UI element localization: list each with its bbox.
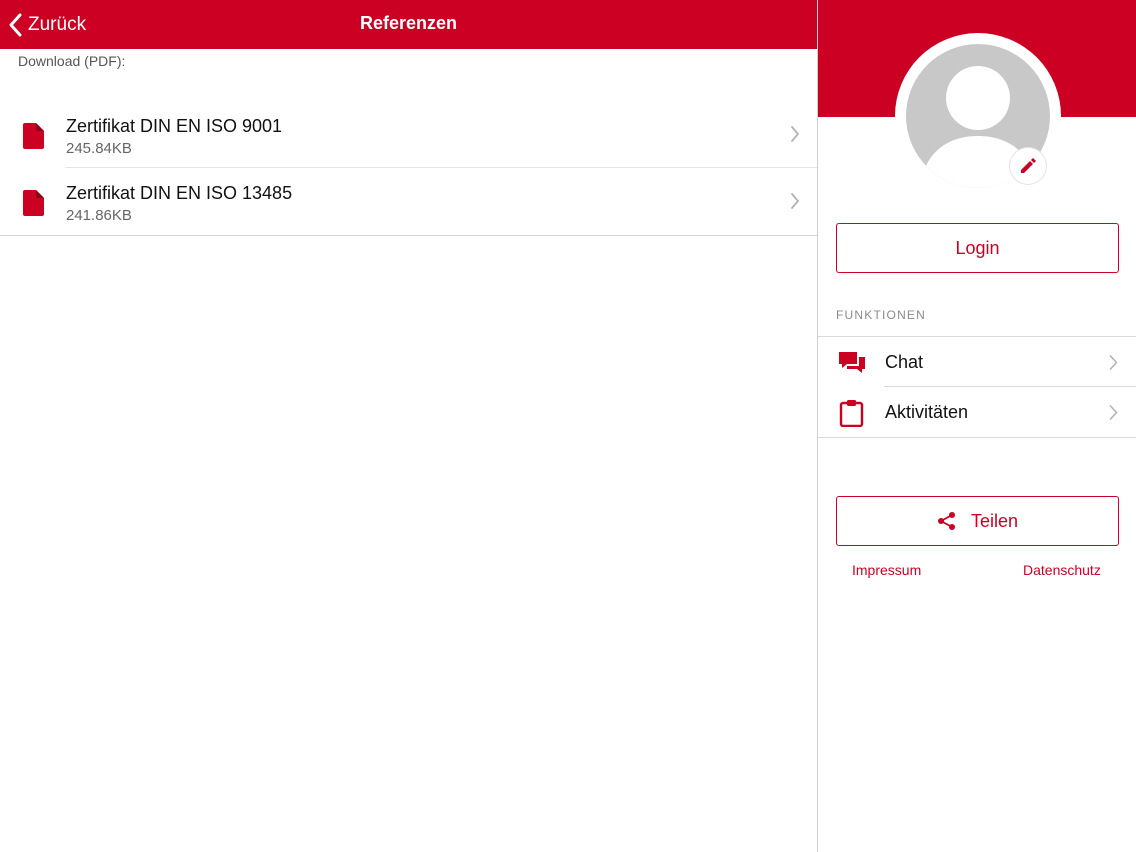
menu-item-label: Chat xyxy=(885,352,924,372)
file-row-iso-9001[interactable]: Zertifikat DIN EN ISO 9001 245.84KB xyxy=(0,101,817,168)
chevron-right-icon xyxy=(1109,405,1118,420)
privacy-link[interactable]: Datenschutz xyxy=(1023,562,1101,578)
functions-list: Chat Aktivitäten xyxy=(818,336,1136,438)
functions-section-header: FUNKTIONEN xyxy=(836,308,926,322)
file-list: Zertifikat DIN EN ISO 9001 245.84KB Zert… xyxy=(0,101,817,236)
file-name: Zertifikat DIN EN ISO 9001 xyxy=(66,116,283,136)
login-button[interactable]: Login xyxy=(836,223,1119,273)
chevron-right-icon xyxy=(791,126,799,142)
share-button[interactable]: Teilen xyxy=(836,496,1119,546)
clipboard-icon xyxy=(839,400,864,427)
chevron-right-icon xyxy=(1109,355,1118,370)
page-title: Referenzen xyxy=(359,13,458,33)
file-name: Zertifikat DIN EN ISO 13485 xyxy=(66,183,293,203)
navigation-bar: Zurück Referenzen xyxy=(0,0,817,49)
chat-bubbles-icon xyxy=(839,352,865,373)
share-label: Teilen xyxy=(970,510,1019,531)
pdf-file-icon xyxy=(23,190,44,216)
file-size: 245.84KB xyxy=(66,140,132,157)
menu-item-activities[interactable]: Aktivitäten xyxy=(818,387,1136,437)
file-size: 241.86KB xyxy=(66,207,132,224)
chevron-right-icon xyxy=(791,193,799,209)
menu-item-chat[interactable]: Chat xyxy=(818,337,1136,387)
edit-avatar-button[interactable] xyxy=(1010,148,1046,184)
menu-item-label: Aktivitäten xyxy=(885,402,969,422)
side-menu: Login FUNKTIONEN Chat Aktivitäten Teilen… xyxy=(817,0,1136,852)
pencil-icon xyxy=(1021,158,1036,173)
share-icon xyxy=(937,512,955,530)
pdf-file-icon xyxy=(23,123,44,149)
download-section-label: Download (PDF): xyxy=(18,53,126,69)
references-pane: Zurück Referenzen Download (PDF): Zertif… xyxy=(0,0,817,852)
app-window: Zurück Referenzen Download (PDF): Zertif… xyxy=(0,0,1136,852)
file-row-iso-13485[interactable]: Zertifikat DIN EN ISO 13485 241.86KB xyxy=(0,168,817,235)
impressum-link[interactable]: Impressum xyxy=(852,562,921,578)
